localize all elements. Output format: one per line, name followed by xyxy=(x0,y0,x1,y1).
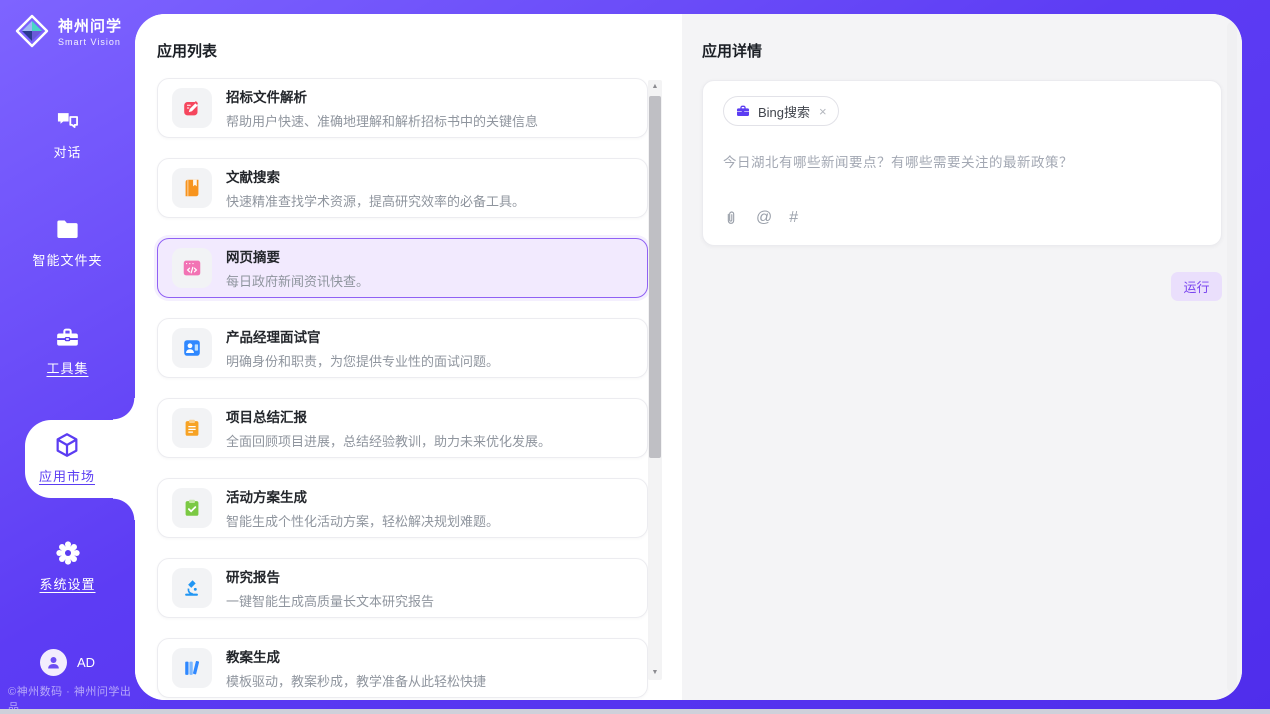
microscope-icon xyxy=(172,568,212,608)
interviewer-icon xyxy=(172,328,212,368)
app-list-scrollbar[interactable]: ▲ ▼ xyxy=(648,80,662,680)
app-card-description: 帮助用户快速、准确地理解和解析招标书中的关键信息 xyxy=(226,111,538,130)
user-account[interactable]: AD xyxy=(0,649,135,676)
chat-icon xyxy=(54,108,81,135)
app-card-description: 全面回顾项目进展，总结经验教训，助力未来优化发展。 xyxy=(226,431,551,450)
app-list-title: 应用列表 xyxy=(157,40,217,61)
paperclip-icon[interactable] xyxy=(723,209,739,227)
detail-scrollbar[interactable] xyxy=(1227,22,1237,692)
bottom-edge xyxy=(0,709,1270,714)
app-card-title: 项目总结汇报 xyxy=(226,406,551,426)
sidebar-item-label: 应用市场 xyxy=(39,466,95,485)
app-detail-panel: 应用详情 Bing搜索 × 今日湖北有哪些新闻要点？有哪些需要关注的最新政策？ xyxy=(682,14,1242,700)
sidebar-item-toolset[interactable]: 工具集 xyxy=(0,324,135,377)
app-list-panel: 应用列表 招标文件解析帮助用户快速、准确地理解和解析招标书中的关键信息文献搜索快… xyxy=(135,14,682,700)
app-card-description: 明确身份和职责，为您提供专业性的面试问题。 xyxy=(226,351,499,370)
clipboard-check-icon xyxy=(172,488,212,528)
user-initials: AD xyxy=(77,655,95,670)
app-card[interactable]: 活动方案生成智能生成个性化活动方案，轻松解决规划难题。 xyxy=(157,478,648,538)
app-card-description: 快速精准查找学术资源，提高研究效率的必备工具。 xyxy=(226,191,525,210)
cube-icon xyxy=(53,431,81,459)
app-card-description: 每日政府新闻资讯快查。 xyxy=(226,271,369,290)
hash-icon[interactable]: # xyxy=(789,209,798,227)
app-card-title: 产品经理面试官 xyxy=(226,326,499,346)
app-card[interactable]: 研究报告一键智能生成高质量长文本研究报告 xyxy=(157,558,648,618)
sidebar: 神州问学 Smart Vision 对话 智能文件夹 xyxy=(0,0,135,709)
app-card-description: 智能生成个性化活动方案，轻松解决规划难题。 xyxy=(226,511,499,530)
app-card[interactable]: 项目总结汇报全面回顾项目进展，总结经验教训，助力未来优化发展。 xyxy=(157,398,648,458)
scroll-down-icon[interactable]: ▼ xyxy=(648,666,662,680)
tool-tag-label: Bing搜索 xyxy=(758,102,810,121)
app-card-title: 教案生成 xyxy=(226,646,486,666)
scroll-up-icon[interactable]: ▲ xyxy=(648,80,662,94)
sidebar-item-label: 工具集 xyxy=(46,358,88,377)
app-card[interactable]: 产品经理面试官明确身份和职责，为您提供专业性的面试问题。 xyxy=(157,318,648,378)
app-card-description: 模板驱动，教案秒成，教学准备从此轻松快捷 xyxy=(226,671,486,690)
sidebar-item-label: 对话 xyxy=(53,142,81,161)
sidebar-item-label: 系统设置 xyxy=(39,574,95,593)
app-window: 神州问学 Smart Vision 对话 智能文件夹 xyxy=(0,0,1270,714)
app-detail-title: 应用详情 xyxy=(702,40,762,61)
app-card-title: 研究报告 xyxy=(226,566,434,586)
edit-square-icon xyxy=(172,88,212,128)
sidebar-item-smart-folder[interactable]: 智能文件夹 xyxy=(0,216,135,269)
remove-tool-icon[interactable]: × xyxy=(819,104,827,119)
app-card-list: 招标文件解析帮助用户快速、准确地理解和解析招标书中的关键信息文献搜索快速精准查找… xyxy=(157,78,648,700)
app-card-title: 文献搜索 xyxy=(226,166,525,186)
app-card-description: 一键智能生成高质量长文本研究报告 xyxy=(226,591,434,610)
brand-name: 神州问学 xyxy=(58,15,122,36)
brand-diamond-icon xyxy=(14,13,50,49)
webpage-icon xyxy=(172,248,212,288)
tool-tag-bing-search[interactable]: Bing搜索 × xyxy=(723,96,839,126)
clipboard-icon xyxy=(172,408,212,448)
app-card[interactable]: 招标文件解析帮助用户快速、准确地理解和解析招标书中的关键信息 xyxy=(157,78,648,138)
sidebar-item-chat[interactable]: 对话 xyxy=(0,108,135,161)
app-card-title: 活动方案生成 xyxy=(226,486,499,506)
app-card-title: 网页摘要 xyxy=(226,246,369,266)
query-input[interactable]: 今日湖北有哪些新闻要点？有哪些需要关注的最新政策？ xyxy=(723,151,1201,171)
attachment-toolbar: @ # xyxy=(723,209,798,227)
run-button[interactable]: 运行 xyxy=(1171,272,1222,301)
folder-icon xyxy=(54,216,81,243)
app-card[interactable]: 教案生成模板驱动，教案秒成，教学准备从此轻松快捷 xyxy=(157,638,648,698)
avatar xyxy=(40,649,67,676)
brand-logo: 神州问学 Smart Vision xyxy=(14,13,122,49)
sidebar-item-settings[interactable]: 系统设置 xyxy=(0,539,135,593)
brand-subtitle: Smart Vision xyxy=(58,37,122,47)
sidebar-item-app-market[interactable]: 应用市场 xyxy=(25,431,109,485)
app-card[interactable]: 文献搜索快速精准查找学术资源，提高研究效率的必备工具。 xyxy=(157,158,648,218)
main-panel: 应用列表 招标文件解析帮助用户快速、准确地理解和解析招标书中的关键信息文献搜索快… xyxy=(135,14,1242,700)
briefcase-icon xyxy=(735,103,751,119)
mention-icon[interactable]: @ xyxy=(756,209,772,227)
sidebar-item-label: 智能文件夹 xyxy=(32,250,102,269)
app-card[interactable]: 网页摘要每日政府新闻资讯快查。 xyxy=(157,238,648,298)
books-icon xyxy=(172,648,212,688)
toolbox-icon xyxy=(54,324,81,351)
gear-icon xyxy=(54,539,82,567)
book-icon xyxy=(172,168,212,208)
app-card-title: 招标文件解析 xyxy=(226,86,538,106)
scrollbar-thumb[interactable] xyxy=(649,96,661,458)
query-card: Bing搜索 × 今日湖北有哪些新闻要点？有哪些需要关注的最新政策？ @ # xyxy=(702,80,1222,246)
